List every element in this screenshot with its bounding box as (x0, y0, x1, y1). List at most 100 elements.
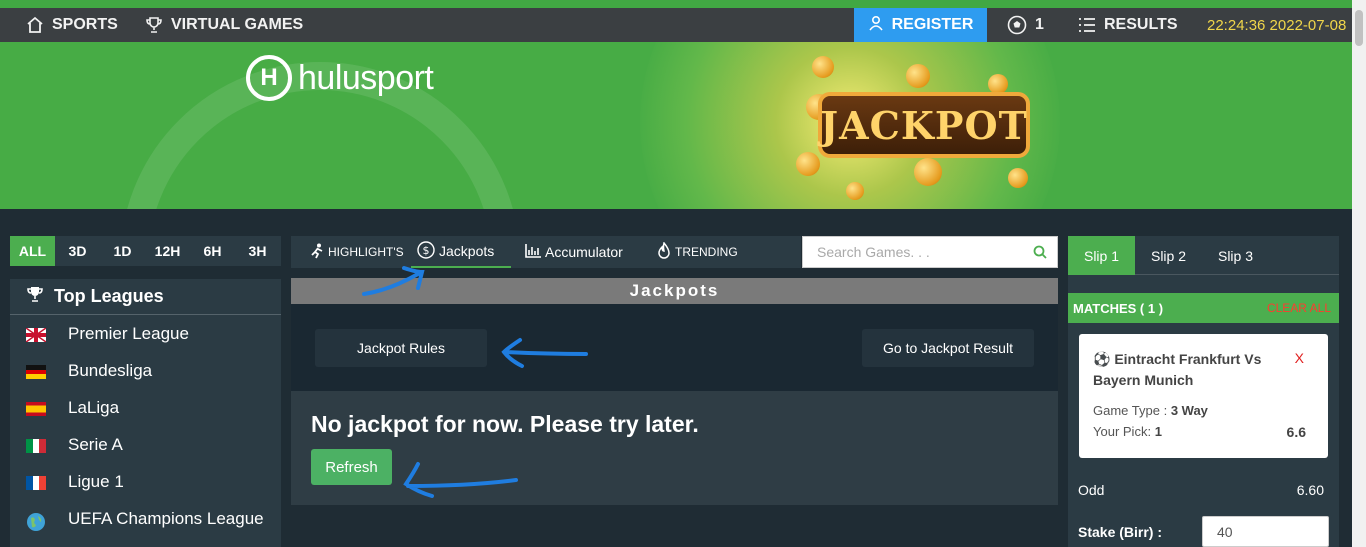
coin-icon (988, 74, 1008, 94)
flame-icon (657, 240, 671, 263)
time-filter-6h[interactable]: 6H (190, 236, 235, 266)
total-odd-row: Odd 6.60 (1078, 482, 1324, 498)
page-scrollbar[interactable] (1352, 0, 1366, 547)
hulusport-logo[interactable]: H hulusport (246, 54, 434, 102)
time-filter-bar: ALL 3D 1D 12H 6H 3H (10, 236, 281, 266)
top-accent-strip (0, 0, 1366, 8)
coin-icon (796, 152, 820, 176)
tab-jackpots-label: Jackpots (439, 243, 495, 259)
league-name: Premier League (68, 323, 189, 343)
annotation-arrow-refresh (403, 462, 518, 498)
football-icon (1007, 15, 1027, 35)
betslip-tabs: Slip 1 Slip 2 Slip 3 (1068, 236, 1339, 275)
jackpot-actions-panel: Jackpot Rules Go to Jackpot Result (291, 304, 1058, 391)
home-icon (26, 16, 44, 34)
jackpot-result-button[interactable]: Go to Jackpot Result (862, 329, 1034, 367)
betslip-panel: Slip 1 Slip 2 Slip 3 MATCHES ( 1 ) CLEAR… (1068, 236, 1339, 547)
dollar-circle-icon: $ (417, 240, 435, 262)
time-filter-1d[interactable]: 1D (100, 236, 145, 266)
nav-sports[interactable]: SPORTS (26, 8, 118, 42)
league-name: Ligue 1 (68, 471, 124, 491)
time-filter-3d[interactable]: 3D (55, 236, 100, 266)
globe-icon (26, 512, 46, 531)
league-item-bundesliga[interactable]: Bundesliga (10, 352, 281, 389)
stake-label: Stake (Birr) : (1078, 524, 1163, 540)
game-type: Game Type : 3 Way (1093, 403, 1208, 418)
nav-sports-label: SPORTS (52, 16, 118, 33)
pick-odd: 6.6 (1286, 424, 1306, 440)
no-jackpot-message: No jackpot for now. Please try later. (311, 411, 699, 437)
nav-virtual-games-label: VIRTUAL GAMES (171, 16, 304, 33)
odd-label: Odd (1078, 482, 1105, 498)
coin-icon (812, 56, 834, 78)
time-filter-12h[interactable]: 12H (145, 236, 190, 266)
time-filter-3h[interactable]: 3H (235, 236, 280, 266)
france-flag-icon (26, 475, 46, 490)
league-item-ucl[interactable]: UEFA Champions League (10, 500, 281, 537)
league-name: Bundesliga (68, 360, 153, 380)
game-type-value: 3 Way (1170, 403, 1208, 418)
coin-icon (846, 182, 864, 200)
svg-text:$: $ (423, 244, 430, 257)
annotation-arrow-jackpots (362, 266, 425, 296)
coin-icon (1008, 168, 1028, 188)
clear-all-button[interactable]: CLEAR ALL (1267, 301, 1331, 315)
scrollbar-thumb[interactable] (1355, 10, 1363, 46)
odd-value: 6.60 (1296, 482, 1324, 498)
jackpot-graphic: JACKPOT (818, 92, 1030, 158)
match-title-text: Eintracht Frankfurt Vs Bayern Munich (1093, 351, 1262, 388)
nav-virtual-games[interactable]: VIRTUAL GAMES (145, 8, 303, 42)
top-leagues-header: Top Leagues (10, 279, 281, 315)
league-item-laliga[interactable]: LaLiga (10, 389, 281, 426)
trophy-icon (145, 16, 163, 34)
server-clock: 22:24:36 2022-07-08 (1207, 16, 1347, 34)
jackpot-rules-button[interactable]: Jackpot Rules (315, 329, 487, 367)
matches-count: MATCHES ( 1 ) (1073, 300, 1164, 316)
england-flag-icon (25, 326, 47, 343)
jackpot-banner: H hulusport JACKPOT (0, 42, 1352, 209)
remove-selection-button[interactable]: X (1295, 350, 1304, 366)
football-icon: ⚽ (1093, 351, 1111, 367)
tab-highlights-label: HIGHLIGHT'S (328, 245, 404, 259)
league-item-ligue-1[interactable]: Ligue 1 (10, 463, 281, 500)
tab-slip-3[interactable]: Slip 3 (1202, 236, 1269, 275)
tab-slip-2[interactable]: Slip 2 (1135, 236, 1202, 275)
register-label: REGISTER (891, 16, 974, 33)
user-icon (868, 15, 884, 36)
tab-accumulator[interactable]: Accumulator (525, 236, 623, 268)
league-name: UEFA Champions League (68, 508, 264, 528)
search-box (802, 236, 1058, 268)
search-icon[interactable] (1033, 245, 1047, 264)
league-item-serie-a[interactable]: Serie A (10, 426, 281, 463)
time-filter-all[interactable]: ALL (10, 236, 55, 266)
nav-results[interactable]: RESULTS (1078, 8, 1177, 42)
betslip-count-value: 1 (1035, 16, 1044, 33)
logo-mark: H (246, 55, 292, 101)
league-name: LaLiga (68, 397, 120, 417)
tab-trending[interactable]: TRENDING (657, 236, 738, 268)
list-icon (1078, 17, 1096, 33)
your-pick-label: Your Pick: (1093, 424, 1152, 439)
nav-results-label: RESULTS (1104, 16, 1178, 33)
stake-input[interactable]: 40 (1202, 516, 1329, 547)
coin-icon (914, 158, 942, 186)
italy-flag-icon (26, 438, 46, 453)
tab-accumulator-label: Accumulator (545, 244, 623, 260)
match-title: ⚽ Eintracht Frankfurt Vs Bayern Munich (1093, 349, 1293, 391)
league-name: Serie A (68, 434, 123, 454)
tab-trending-label: TRENDING (675, 245, 738, 259)
game-type-label: Game Type : (1093, 403, 1168, 418)
refresh-button[interactable]: Refresh (311, 449, 392, 485)
annotation-arrow-rules (501, 338, 588, 368)
your-pick-value: 1 (1154, 424, 1162, 439)
top-leagues-title: Top Leagues (54, 286, 164, 306)
matches-header: MATCHES ( 1 ) CLEAR ALL (1068, 293, 1339, 323)
league-item-premier-league[interactable]: Premier League (10, 315, 281, 352)
runner-icon (310, 243, 324, 262)
register-button[interactable]: REGISTER (854, 8, 987, 42)
bet-selection-card: ⚽ Eintracht Frankfurt Vs Bayern Munich X… (1079, 334, 1328, 458)
bar-chart-icon (525, 243, 541, 261)
tab-slip-1[interactable]: Slip 1 (1068, 236, 1135, 275)
search-input[interactable] (803, 237, 1023, 267)
betslip-count[interactable]: 1 (1007, 8, 1044, 42)
